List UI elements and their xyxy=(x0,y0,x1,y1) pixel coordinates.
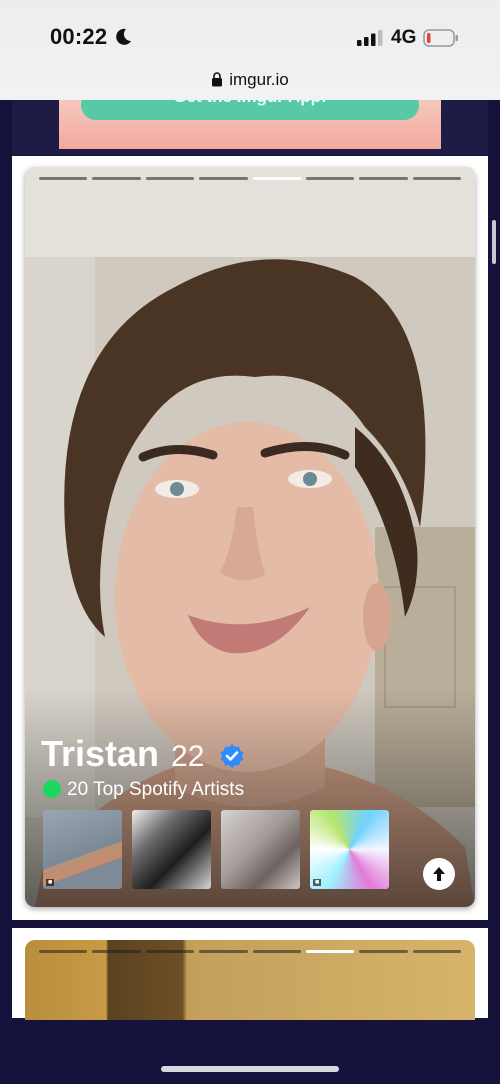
photo-progress-segment-active[interactable] xyxy=(305,950,355,953)
photo-progress-segment[interactable] xyxy=(145,950,195,953)
page-content: Get the Imgur App! xyxy=(12,90,488,1020)
expand-profile-button[interactable] xyxy=(423,858,455,890)
status-time: 00:22 xyxy=(50,24,108,49)
app-banner-area: Get the Imgur App! xyxy=(12,90,488,155)
arrow-up-icon xyxy=(433,867,445,881)
profile-card[interactable]: Tristan 22 20 Top Spotify Artists ■ ■ xyxy=(25,167,475,907)
parental-advisory-label: ■ xyxy=(313,879,322,886)
battery-icon xyxy=(423,29,458,47)
browser-top-bar: 00:22 4G imgur.io xyxy=(0,0,500,100)
photo-progress-segment[interactable] xyxy=(412,177,461,180)
home-indicator[interactable] xyxy=(161,1066,339,1072)
spotify-artists-row: 20 Top Spotify Artists xyxy=(43,779,244,801)
url-text: imgur.io xyxy=(229,70,289,89)
photo-progress-indicator-next xyxy=(39,950,461,954)
photo-progress-segment[interactable] xyxy=(199,950,248,953)
lock-icon xyxy=(212,72,223,87)
album-cover-4[interactable]: ■ xyxy=(310,810,389,889)
photo-progress-segment[interactable] xyxy=(92,177,141,180)
spotify-icon xyxy=(43,780,61,798)
album-cover-3[interactable] xyxy=(221,810,300,889)
network-type: 4G xyxy=(391,27,417,48)
photo-progress-segment[interactable] xyxy=(252,950,301,953)
page-scrollbar[interactable] xyxy=(492,220,496,264)
photo-progress-segment[interactable] xyxy=(305,177,355,180)
profile-age: 22 xyxy=(171,740,205,773)
album-cover-1[interactable]: ■ xyxy=(43,810,122,889)
address-bar[interactable]: imgur.io xyxy=(0,70,500,90)
signal-strength-icon xyxy=(357,30,383,46)
spotify-album-list: ■ ■ xyxy=(43,810,389,889)
app-banner: Get the Imgur App! xyxy=(59,90,441,149)
moon-icon xyxy=(116,28,131,45)
photo-progress-segment[interactable] xyxy=(199,177,248,180)
photo-progress-segment[interactable] xyxy=(39,950,88,953)
photo-progress-segment[interactable] xyxy=(92,950,141,953)
photo-progress-segment[interactable] xyxy=(412,950,461,953)
photo-progress-segment[interactable] xyxy=(359,950,408,953)
spotify-artists-label: 20 Top Spotify Artists xyxy=(67,779,245,800)
profile-name: Tristan xyxy=(41,733,160,774)
photo-progress-segment-active[interactable] xyxy=(252,177,301,180)
verified-badge-icon xyxy=(220,744,244,768)
album-cover-2[interactable] xyxy=(132,810,211,889)
profile-name-row: Tristan 22 xyxy=(41,733,245,775)
photo-progress-indicator xyxy=(39,177,461,181)
profile-card-next[interactable] xyxy=(25,940,475,1020)
photo-progress-segment[interactable] xyxy=(359,177,408,180)
parental-advisory-label: ■ xyxy=(46,879,55,886)
photo-progress-segment[interactable] xyxy=(145,177,195,180)
photo-progress-segment[interactable] xyxy=(39,177,88,180)
